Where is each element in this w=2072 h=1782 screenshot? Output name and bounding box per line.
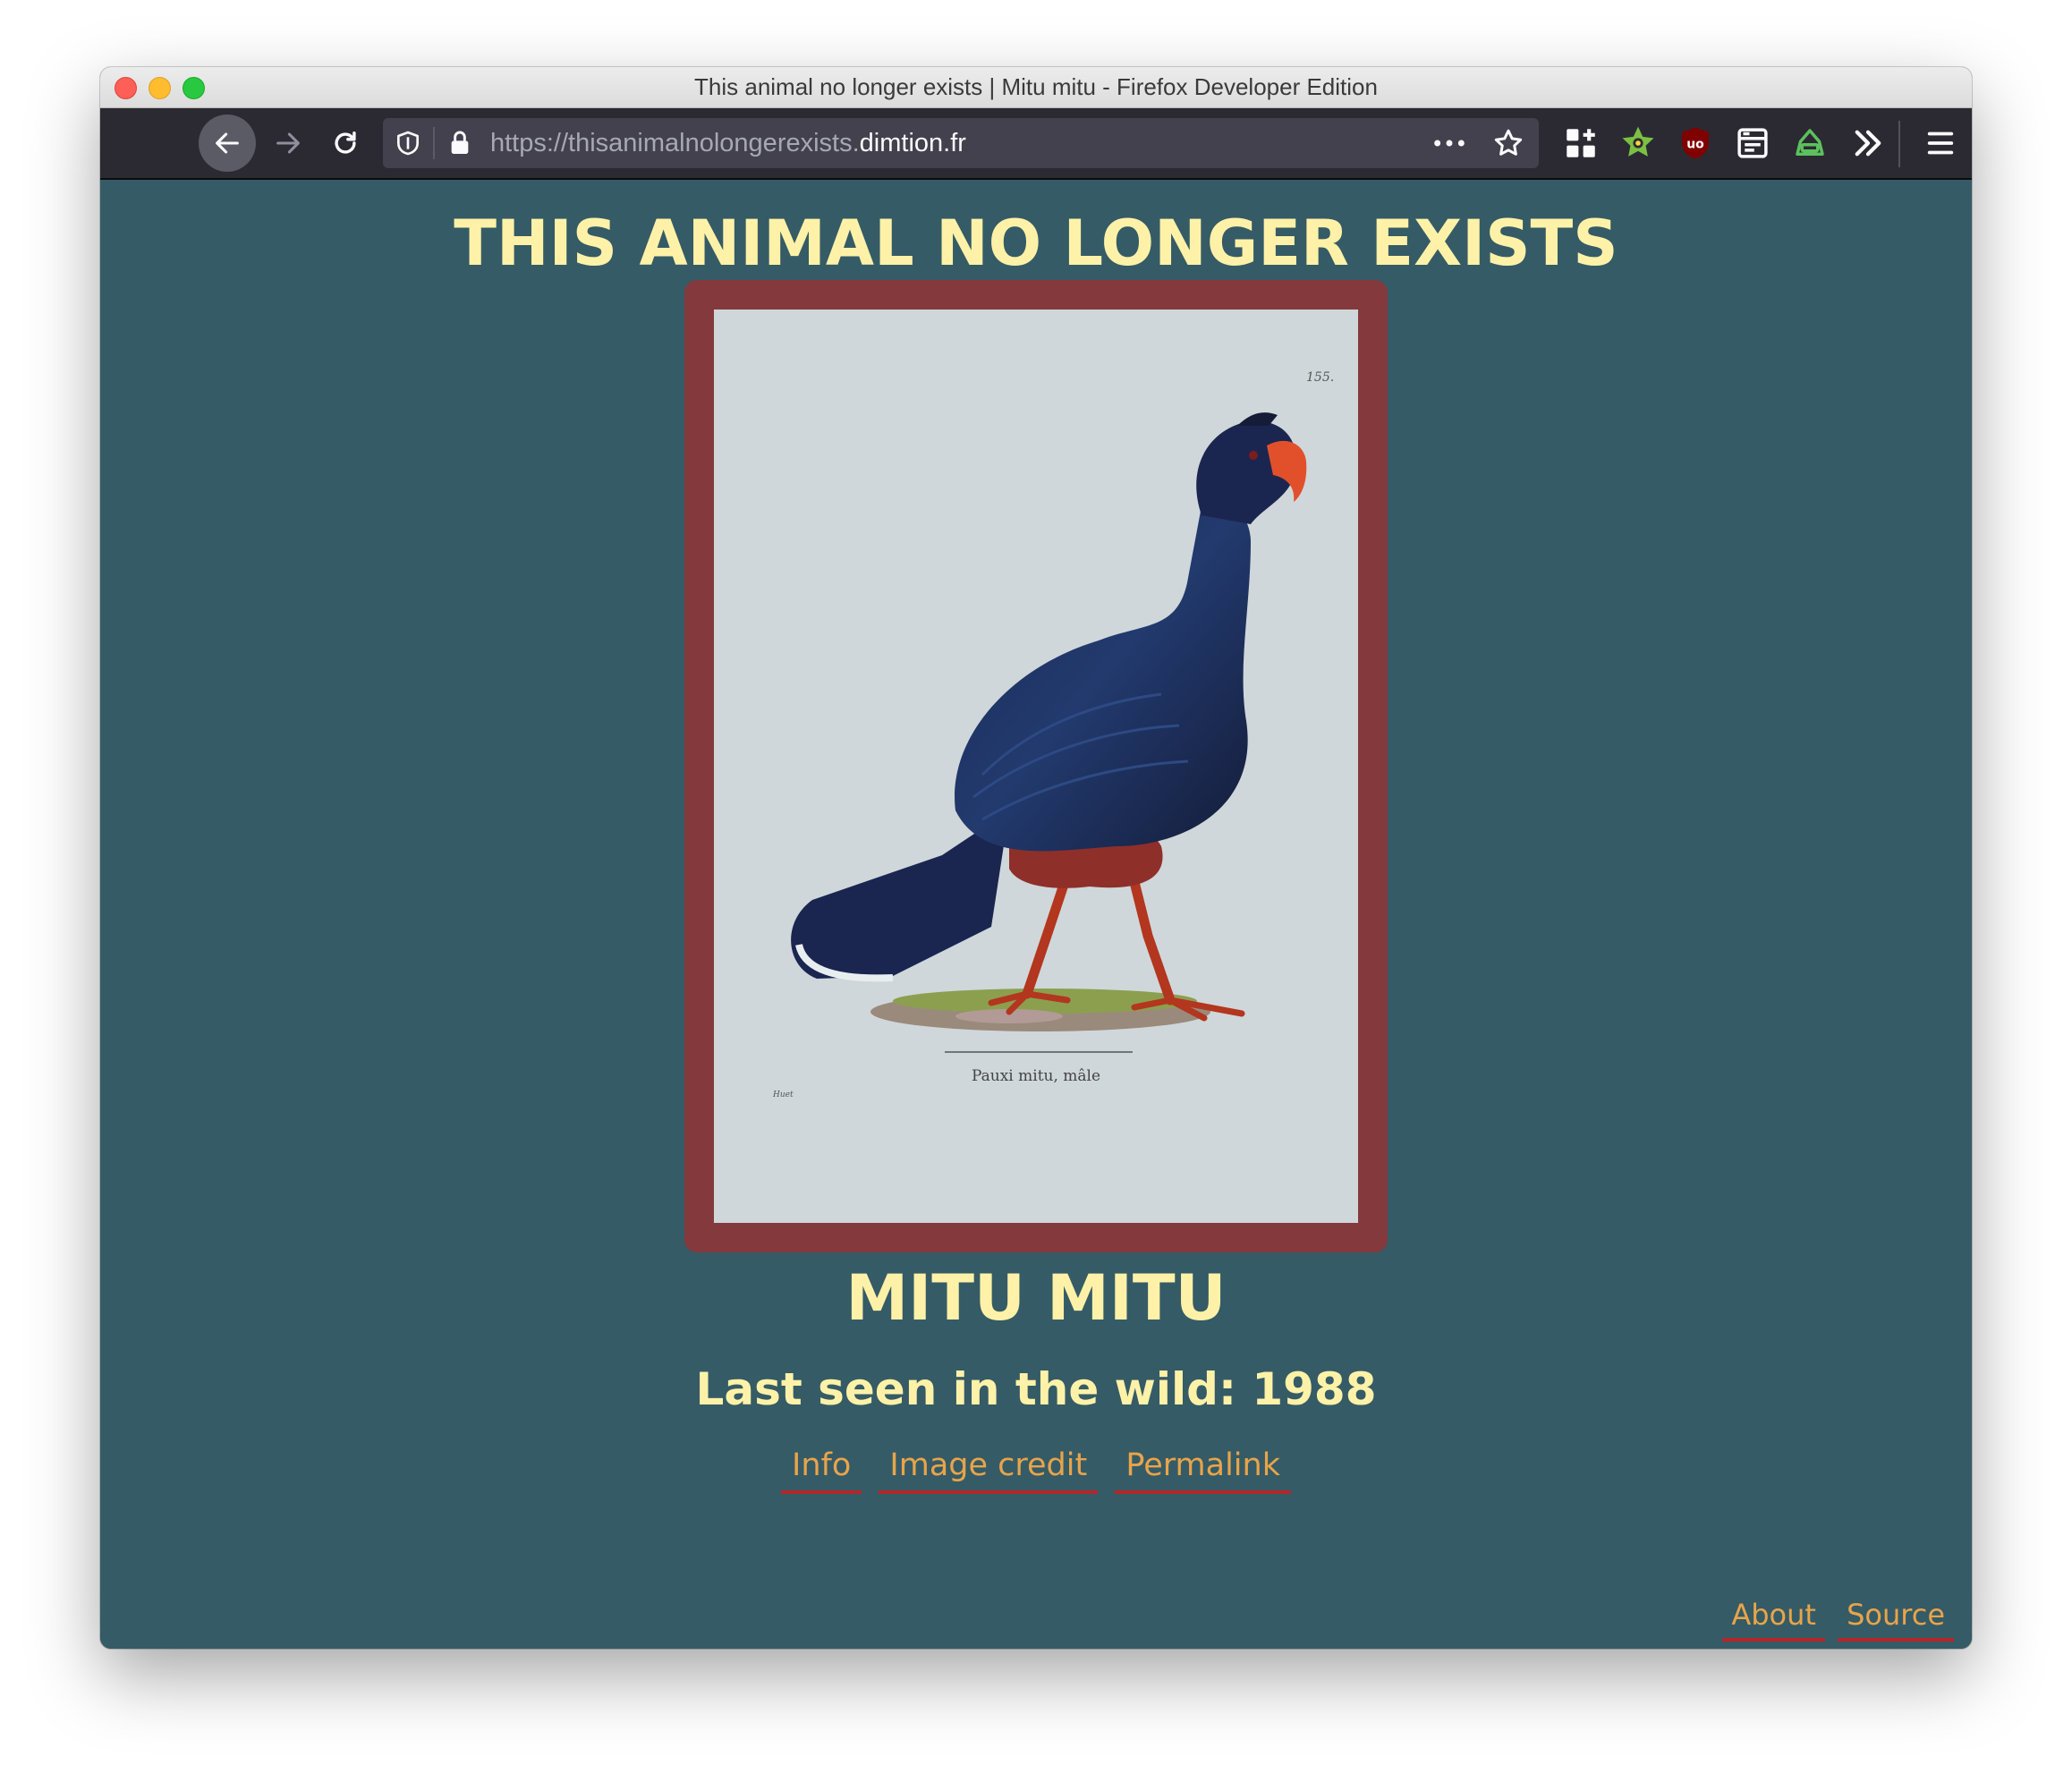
extensions-grid-icon[interactable] [1562, 124, 1600, 162]
hamburger-menu-icon[interactable] [1922, 124, 1959, 162]
info-link[interactable]: Info [781, 1444, 862, 1494]
reader-extension-icon[interactable] [1734, 124, 1771, 162]
shield-icon[interactable] [394, 129, 422, 157]
about-link[interactable]: About [1722, 1595, 1825, 1642]
green-star-extension-icon[interactable] [1619, 124, 1657, 162]
url-text[interactable]: https://thisanimalnolongerexists.dimtion… [490, 118, 966, 168]
animal-links: Info Image credit Permalink [100, 1444, 1972, 1494]
url-bar[interactable]: https://thisanimalnolongerexists.dimtion… [383, 118, 1539, 168]
animal-illustration: 155. Pauxi mitu, mâle Huet [714, 310, 1358, 1223]
back-button[interactable] [199, 115, 256, 172]
title-bar: This animal no longer exists | Mitu mitu… [100, 67, 1972, 108]
species-name: MITU MITU [845, 1261, 1227, 1335]
site-title: THIS ANIMAL NO LONGER EXISTS [454, 207, 1618, 280]
image-credit-link[interactable]: Image credit [879, 1444, 1099, 1494]
permalink-link[interactable]: Permalink [1115, 1444, 1291, 1494]
plate-caption: Pauxi mitu, mâle [972, 1067, 1100, 1085]
reload-icon [335, 131, 356, 154]
animal-image-frame: 155. Pauxi mitu, mâle Huet [684, 280, 1388, 1252]
more-icon[interactable] [1431, 129, 1467, 157]
url-separator [433, 127, 435, 159]
lock-icon[interactable] [446, 129, 474, 157]
navigation-toolbar: https://thisanimalnolongerexists.dimtion… [100, 108, 1972, 180]
window-title: This animal no longer exists | Mitu mitu… [694, 73, 1378, 100]
star-icon[interactable] [1492, 127, 1524, 159]
hat-extension-icon[interactable] [1791, 124, 1829, 162]
overflow-chevrons-icon[interactable] [1849, 124, 1887, 162]
toolbar-divider [1898, 121, 1900, 167]
plate-number: 155. [1306, 370, 1334, 385]
plate-signature: Huet [772, 1090, 794, 1099]
url-prefix: https://thisanimalnolongerexists. [490, 129, 860, 157]
reload-button[interactable] [317, 115, 374, 172]
page-content: THIS ANIMAL NO LONGER EXISTS 155. Pauxi … [100, 180, 1972, 1649]
forward-icon [276, 132, 300, 154]
footer-links: About Source [1720, 1595, 1956, 1642]
forward-button[interactable] [259, 115, 317, 172]
svg-text:uo: uo [1686, 137, 1704, 151]
back-icon [216, 132, 239, 154]
ublock-origin-icon[interactable]: uo [1677, 124, 1714, 162]
bird-illustration: 155. Pauxi mitu, mâle Huet [714, 310, 1358, 1223]
last-seen-text: Last seen in the wild: 1988 [695, 1363, 1377, 1415]
url-domain: dimtion.fr [859, 129, 966, 157]
browser-window: This animal no longer exists | Mitu mitu… [100, 67, 1972, 1649]
source-link[interactable]: Source [1838, 1595, 1954, 1642]
